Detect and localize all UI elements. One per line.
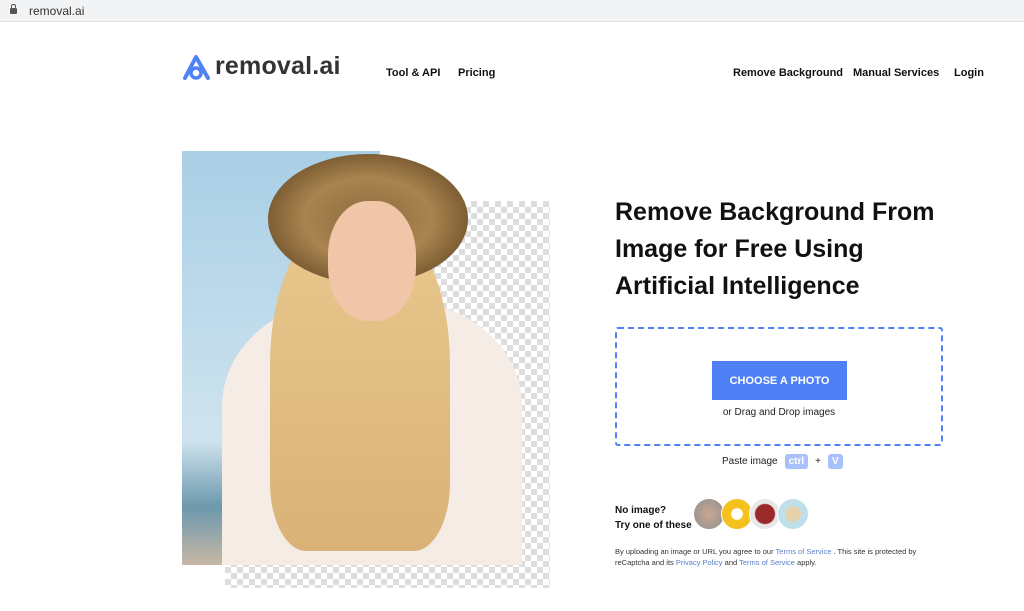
terms-link-2[interactable]: Terms of Service [739,558,795,567]
legal-text: and [722,558,740,567]
legal-text: By uploading an image or URL you agree t… [615,547,776,556]
plus-sign: + [815,456,821,467]
paste-label: Paste image [722,456,778,467]
privacy-link[interactable]: Privacy Policy [676,558,723,567]
nav-pricing[interactable]: Pricing [458,67,495,79]
sample-prompt: No image? Try one of these [615,503,692,533]
lock-icon [10,3,17,14]
logo-text: removal.ai [215,52,341,80]
nav-manual-services[interactable]: Manual Services [853,67,939,79]
upload-dropzone[interactable]: CHOOSE A PHOTO or Drag and Drop images [615,327,943,446]
ctrl-key: ctrl [784,454,809,469]
address-bar[interactable]: removal.ai [0,0,1024,22]
hero-image [182,151,552,588]
url-text: removal.ai [29,3,85,18]
terms-link[interactable]: Terms of Service [776,547,832,556]
logo-icon [183,54,210,80]
logo[interactable]: removal.ai [182,52,341,81]
legal-text: apply. [794,558,817,567]
v-key: V [828,454,843,469]
nav-remove-background[interactable]: Remove Background [733,67,843,79]
sample-prompt-line1: No image? [615,505,667,516]
drag-drop-text: or Drag and Drop images [722,407,836,418]
choose-photo-button[interactable]: CHOOSE A PHOTO [712,361,847,400]
sample-dog[interactable] [777,498,809,530]
nav-login[interactable]: Login [954,67,984,79]
legal-notice: By uploading an image or URL you agree t… [615,546,935,568]
sample-images [693,498,809,530]
page-title: Remove Background From Image for Free Us… [615,198,935,300]
woman-face [328,201,416,321]
sample-prompt-line2: Try one of these [615,520,692,531]
nav-tool-api[interactable]: Tool & API [386,67,440,79]
paste-hint: Paste image ctrl + V [722,454,843,469]
